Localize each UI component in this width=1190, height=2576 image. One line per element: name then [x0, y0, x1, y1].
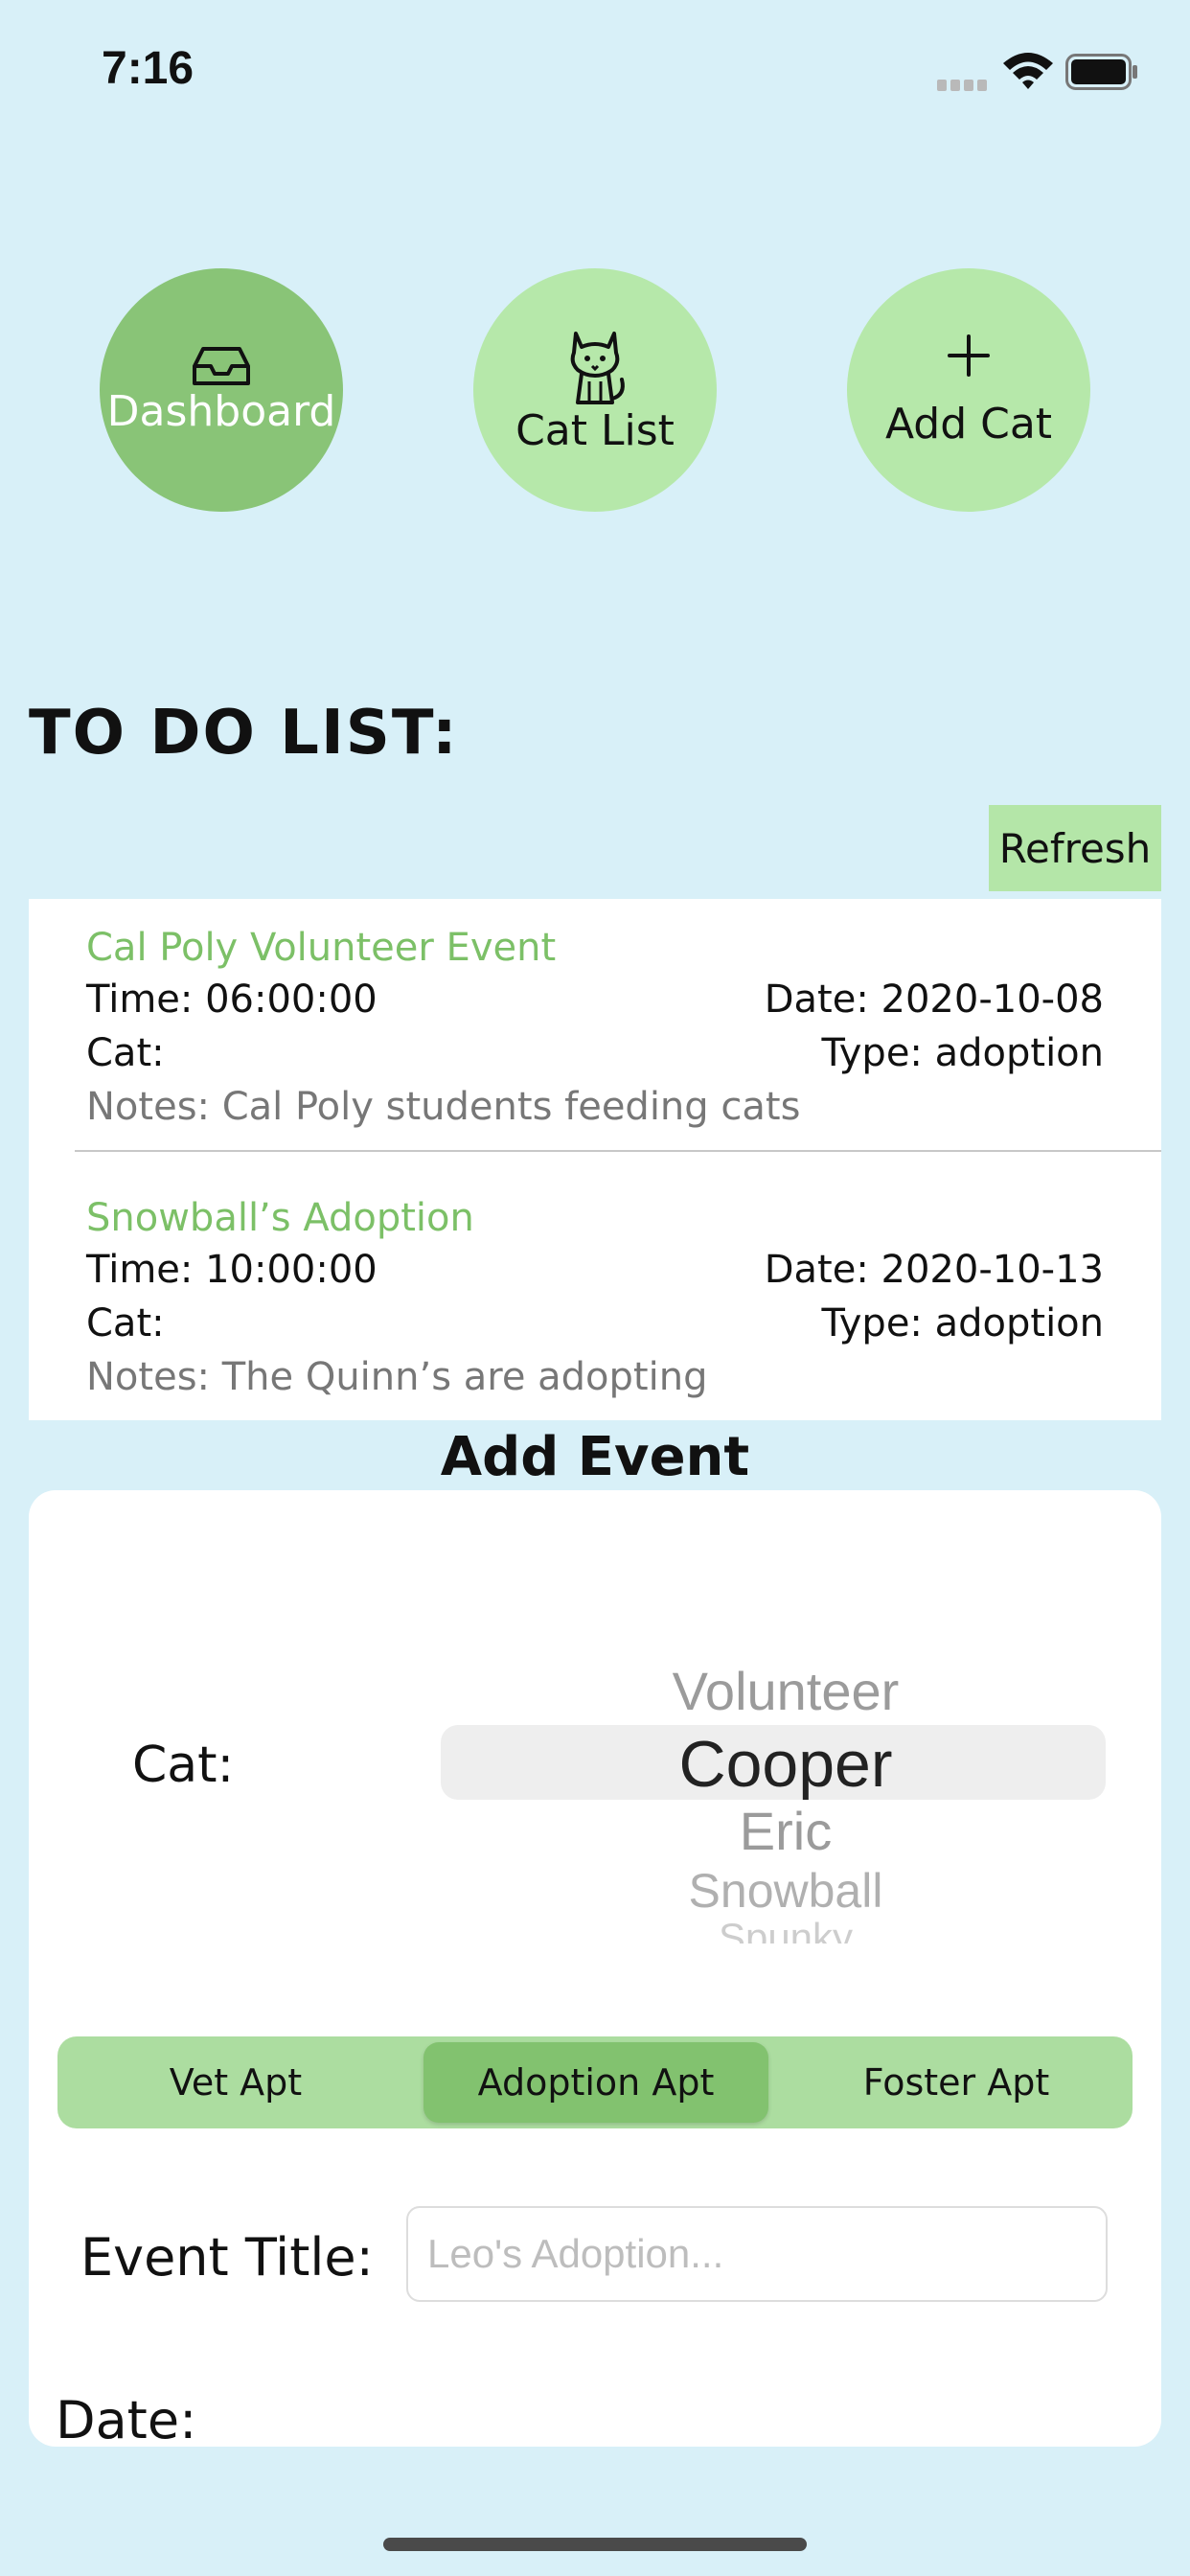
plus-icon [948, 334, 990, 377]
event-title-input[interactable] [406, 2206, 1108, 2302]
battery-icon [1065, 54, 1138, 90]
home-indicator[interactable] [383, 2538, 807, 2551]
dashboard-nav-label: Dashboard [106, 386, 336, 436]
todo-heading: TO DO LIST: [29, 698, 459, 769]
event-title-label: Event Title: [80, 2227, 374, 2288]
cat-picker-option-selected[interactable]: Cooper [441, 1727, 1131, 1802]
todo-item-time: Time: 06:00:00 [86, 978, 378, 1022]
add-cat-nav-button[interactable]: Add Cat [847, 268, 1090, 512]
segment-foster-apt[interactable]: Foster Apt [786, 2042, 1127, 2123]
appointment-type-segmented-control[interactable]: Vet Apt Adoption Apt Foster Apt [57, 2036, 1133, 2128]
todo-item-type: Type: adoption [821, 1301, 1104, 1346]
cat-list-nav-label: Cat List [515, 405, 675, 455]
date-label: Date: [56, 2390, 197, 2450]
todo-item-cat: Cat: [86, 1301, 165, 1346]
segment-adoption-apt[interactable]: Adoption Apt [423, 2042, 768, 2123]
todo-item-type: Type: adoption [821, 1031, 1104, 1075]
todo-item-date: Date: 2020-10-08 [764, 978, 1104, 1022]
dashboard-nav-button[interactable]: Dashboard [100, 268, 343, 512]
todo-item-cat: Cat: [86, 1031, 165, 1075]
cat-picker-label: Cat: [132, 1736, 235, 1794]
add-event-form [29, 1490, 1161, 2447]
add-event-heading: Add Event [440, 1426, 750, 1488]
cat-list-nav-button[interactable]: Cat List [473, 268, 717, 512]
todo-list-item[interactable]: Cal Poly Volunteer Event Time: 06:00:00 … [29, 899, 1161, 1150]
cat-picker-option[interactable]: Eric [441, 1800, 1131, 1862]
cat-icon [570, 331, 625, 404]
cat-picker-option[interactable]: Volunteer [441, 1660, 1131, 1722]
todo-item-date: Date: 2020-10-13 [764, 1248, 1104, 1292]
refresh-button[interactable]: Refresh [989, 805, 1161, 891]
cat-picker-option[interactable]: Snowball [441, 1863, 1131, 1919]
wifi-icon [1001, 50, 1055, 90]
add-cat-nav-label: Add Cat [884, 399, 1053, 448]
cat-picker-option[interactable]: Spunky [441, 1915, 1131, 1944]
inbox-icon [193, 346, 250, 385]
todo-item-notes: Notes: The Quinn’s are adopting [86, 1355, 708, 1399]
todo-item-title: Cal Poly Volunteer Event [86, 926, 557, 970]
todo-list[interactable]: Cal Poly Volunteer Event Time: 06:00:00 … [29, 899, 1161, 1420]
cellular-signal-icon [937, 77, 993, 91]
todo-item-time: Time: 10:00:00 [86, 1248, 378, 1292]
segment-vet-apt[interactable]: Vet Apt [65, 2042, 406, 2123]
todo-item-title: Snowball’s Adoption [86, 1196, 474, 1240]
status-time: 7:16 [102, 43, 195, 94]
todo-list-item[interactable]: Snowball’s Adoption Time: 10:00:00 Date:… [29, 1152, 1161, 1420]
todo-item-notes: Notes: Cal Poly students feeding cats [86, 1085, 801, 1129]
